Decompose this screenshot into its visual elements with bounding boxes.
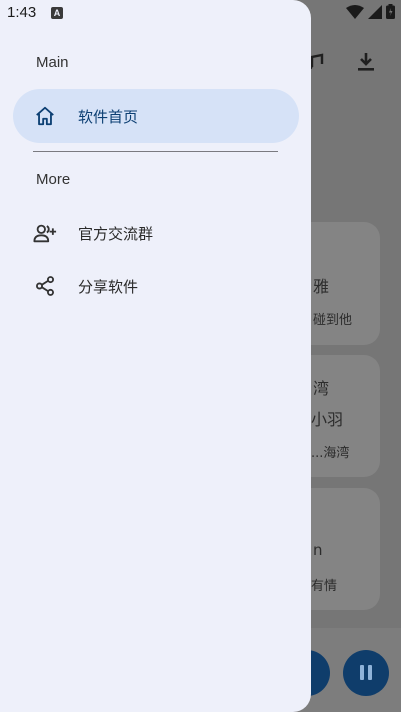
pause-button[interactable] xyxy=(343,650,389,696)
nav-item-home[interactable]: 软件首页 xyxy=(13,89,299,143)
card-detail: ...海湾 xyxy=(311,446,350,461)
nav-item-label: 分享软件 xyxy=(78,277,139,296)
home-icon xyxy=(33,104,57,128)
card-subtitle: 小羽 xyxy=(311,410,344,429)
card-title: n xyxy=(313,541,323,559)
status-time: 1:43 xyxy=(7,4,37,21)
download-icon xyxy=(354,50,378,74)
nav-item-share[interactable]: 分享软件 xyxy=(13,259,299,313)
nav-item-group[interactable]: 官方交流群 xyxy=(13,206,299,260)
battery-icon xyxy=(386,3,395,23)
navigation-drawer: 1:43 A Main 软件首页 More 官方交流群 分享软件 xyxy=(0,0,311,712)
section-title-more: More xyxy=(36,171,71,188)
notification-app-icon: A xyxy=(51,7,63,19)
signal-icon xyxy=(368,4,382,23)
share-icon xyxy=(33,274,57,298)
status-icons xyxy=(346,3,395,23)
nav-item-label: 软件首页 xyxy=(78,107,139,126)
section-title-main: Main xyxy=(36,54,69,71)
card-title: 雅 xyxy=(313,277,330,296)
nav-item-label: 官方交流群 xyxy=(78,224,154,243)
group-add-icon xyxy=(33,221,57,245)
card-title: 湾 xyxy=(313,379,330,398)
card-subtitle: 碰到他 xyxy=(313,313,353,328)
card-subtitle: 有情 xyxy=(311,579,338,594)
pause-icon xyxy=(360,665,364,680)
wifi-icon xyxy=(346,4,364,23)
divider xyxy=(33,151,278,152)
